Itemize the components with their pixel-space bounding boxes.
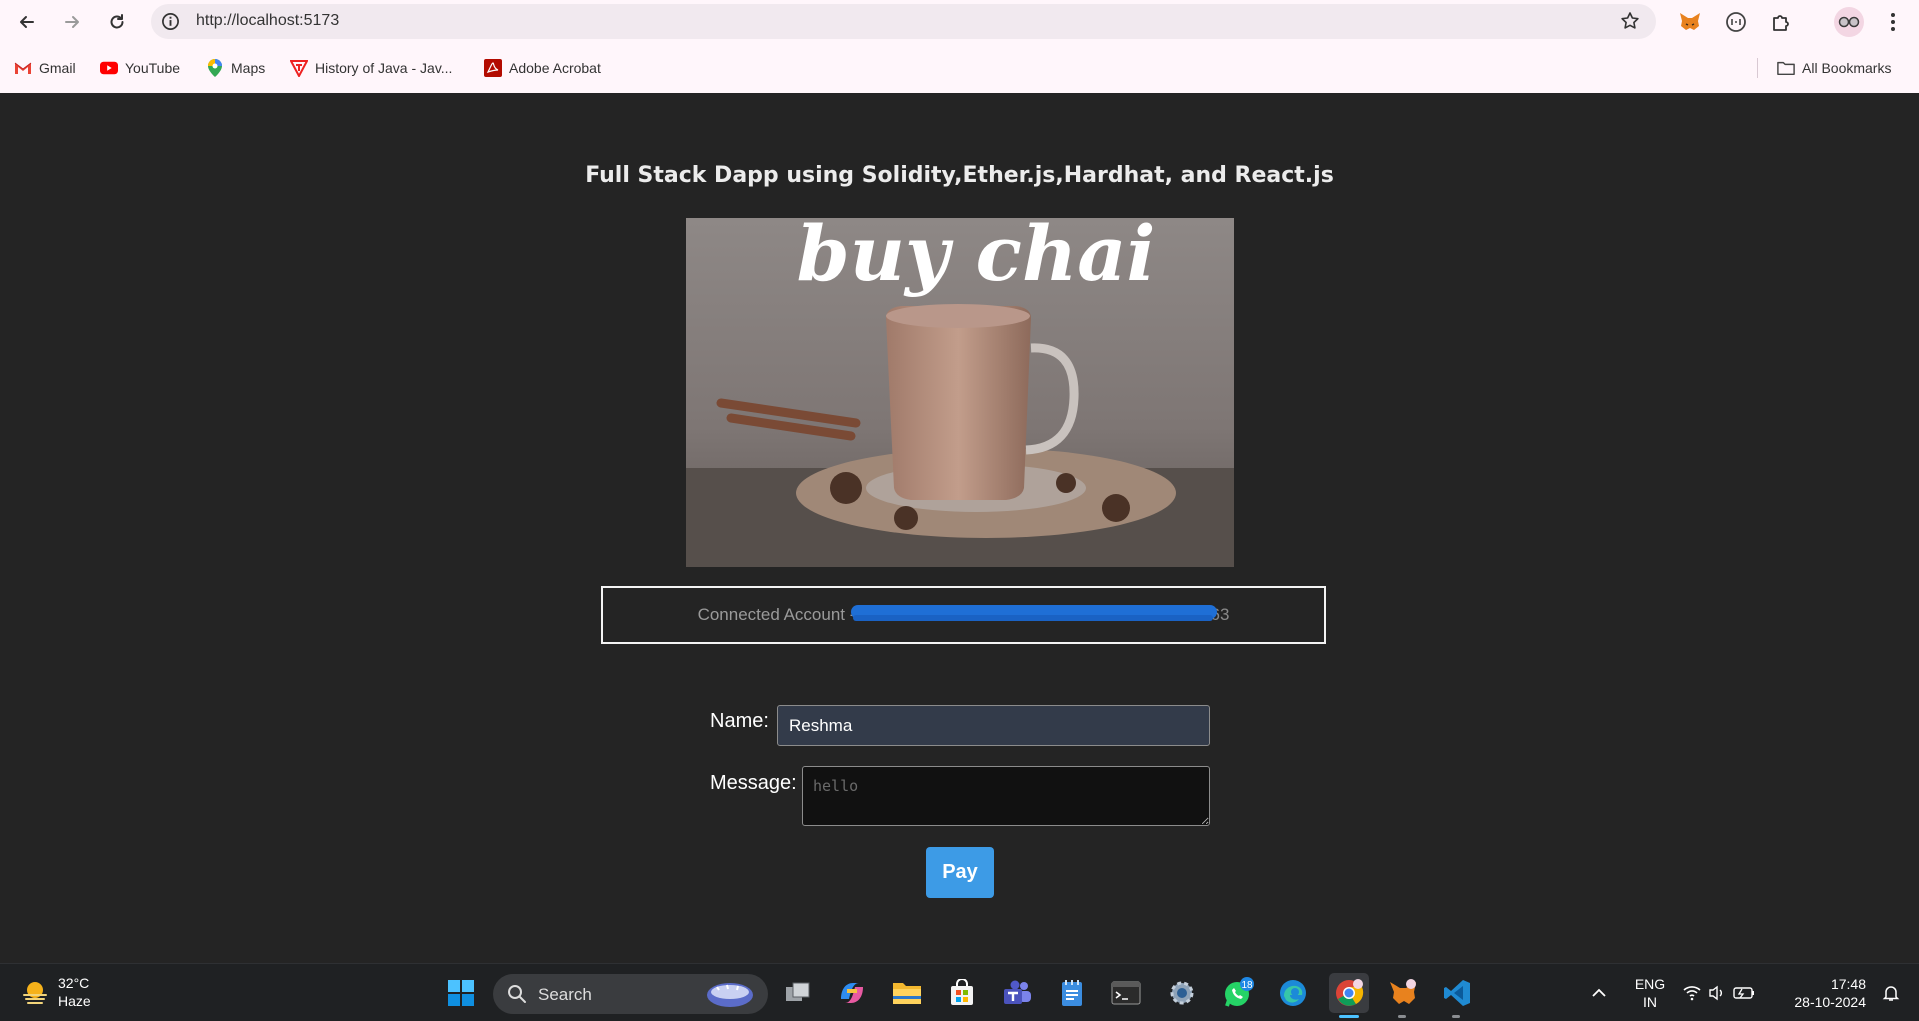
clock[interactable]: 17:48 28-10-2024 (1782, 975, 1866, 1011)
browser-menu-icon[interactable] (1880, 9, 1906, 35)
weather-widget[interactable]: 32°C Haze (20, 974, 91, 1010)
bookmark-maps[interactable]: Maps (206, 54, 265, 82)
site-info-icon[interactable] (161, 12, 180, 31)
browser-chrome: http://localhost:5173 Gmail YouTube Maps… (0, 0, 1919, 93)
account-label: Connected Account - (697, 605, 861, 624)
redaction-mark-secondary (852, 615, 1213, 621)
message-input[interactable] (802, 766, 1210, 826)
battery-icon (1733, 987, 1754, 999)
connected-account-text: Connected Account - 0x5dfb39bd2568d945fa… (697, 605, 1229, 625)
address-bar[interactable]: http://localhost:5173 (151, 4, 1656, 39)
maps-icon (206, 59, 224, 77)
windows-taskbar: 32°C Haze Search 18 ENG IN 17:48 28-10-2… (0, 963, 1919, 1021)
hero-title-text: buy chai (797, 218, 1156, 298)
file-explorer-icon[interactable] (889, 975, 925, 1011)
edge-icon[interactable] (1275, 975, 1311, 1011)
back-button[interactable] (11, 6, 43, 38)
notepad-icon[interactable] (1054, 975, 1090, 1011)
all-bookmarks[interactable]: All Bookmarks (1777, 54, 1891, 82)
reload-icon (110, 14, 124, 29)
name-label: Name: (710, 710, 769, 732)
connected-account-box: Connected Account - 0x5dfb39bd2568d945fa… (601, 586, 1326, 644)
buy-chai-hero-image: buy chai (686, 218, 1234, 567)
java-history-icon (290, 59, 308, 77)
folder-icon (1777, 59, 1795, 77)
forward-arrow-icon (65, 16, 79, 28)
weather-condition: Haze (58, 993, 91, 1009)
extensions-puzzle-icon[interactable] (1768, 9, 1794, 35)
bookmark-adobe-acrobat[interactable]: Adobe Acrobat (484, 54, 601, 82)
chrome-active-indicator (1339, 1015, 1359, 1018)
haze-sun-icon (23, 982, 47, 1004)
tray-chevron-up-icon[interactable] (1584, 975, 1614, 1011)
vscode-icon[interactable] (1439, 975, 1475, 1011)
reload-button[interactable] (101, 6, 133, 38)
settings-gear-icon[interactable] (1164, 975, 1200, 1011)
clock-time: 17:48 (1830, 976, 1866, 992)
metamask-extension-icon[interactable] (1677, 9, 1703, 35)
bookmark-star-icon[interactable] (1620, 11, 1640, 31)
search-label: Search (538, 985, 592, 1004)
search-icon (508, 985, 526, 1003)
volume-icon (1709, 985, 1722, 1001)
microsoft-store-icon[interactable] (944, 975, 980, 1011)
system-tray-group[interactable] (1682, 975, 1758, 1011)
search-highlight-icon (707, 983, 753, 1007)
terminal-icon[interactable] (1108, 975, 1144, 1011)
task-view-icon[interactable] (780, 975, 816, 1011)
back-arrow-icon (20, 16, 34, 28)
bookmark-gmail[interactable]: Gmail (14, 54, 76, 82)
metamask-taskbar-icon[interactable] (1385, 975, 1421, 1011)
language-indicator[interactable]: ENG IN (1632, 975, 1668, 1011)
dapp-page: Full Stack Dapp using Solidity,Ether.js,… (0, 93, 1919, 963)
page-title: Full Stack Dapp using Solidity,Ether.js,… (585, 163, 1334, 188)
bookmarks-bar: Gmail YouTube Maps History of Java - Jav… (0, 54, 1919, 82)
forward-button[interactable] (56, 6, 88, 38)
youtube-icon (100, 59, 118, 77)
gmail-icon (14, 59, 32, 77)
browser-toolbar: http://localhost:5173 (0, 0, 1919, 43)
bookmark-java-history[interactable]: History of Java - Jav... (290, 54, 452, 82)
whatsapp-icon[interactable]: 18 (1220, 975, 1256, 1011)
metamask-running-indicator (1398, 1015, 1406, 1018)
acrobat-icon (484, 59, 502, 77)
name-input[interactable] (777, 705, 1210, 746)
weather-temperature: 32°C (58, 975, 90, 991)
whatsapp-badge: 18 (1241, 980, 1253, 991)
pay-button[interactable]: Pay (926, 847, 994, 898)
extension-circle-icon[interactable] (1723, 9, 1749, 35)
copilot-icon[interactable] (834, 975, 870, 1011)
url-text[interactable]: http://localhost:5173 (196, 12, 339, 30)
profile-avatar-icon[interactable] (1834, 7, 1864, 37)
wifi-icon (1683, 986, 1701, 1001)
bookmark-youtube[interactable]: YouTube (100, 54, 180, 82)
vscode-running-indicator (1452, 1015, 1460, 1018)
teams-icon[interactable] (999, 975, 1035, 1011)
notifications-bell-icon[interactable] (1876, 975, 1906, 1011)
message-label: Message: (710, 772, 797, 794)
taskbar-search[interactable]: Search (493, 974, 768, 1014)
windows-start-icon[interactable] (443, 975, 479, 1011)
clock-date: 28-10-2024 (1794, 994, 1866, 1010)
bookmarks-divider (1757, 58, 1758, 78)
chrome-icon[interactable] (1329, 973, 1369, 1013)
